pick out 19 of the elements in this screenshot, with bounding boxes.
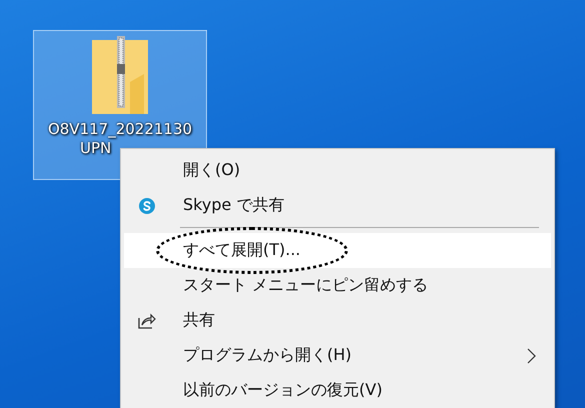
menu-item-label: プログラムから開く(H) bbox=[183, 345, 353, 366]
menu-item-label: 共有 bbox=[183, 310, 216, 331]
menu-item[interactable]: 以前のバージョンの復元(V) bbox=[121, 373, 554, 408]
menu-item[interactable]: すべて展開(T)... bbox=[124, 233, 551, 268]
menu-item[interactable]: 開く(O) bbox=[121, 153, 554, 188]
skype-icon bbox=[139, 198, 155, 214]
menu-item-label: スタート メニューにピン留めする bbox=[183, 275, 430, 296]
file-name-label: O8V117_20221130 bbox=[48, 120, 192, 139]
menu-item-label: 以前のバージョンの復元(V) bbox=[183, 380, 384, 401]
file-name-label: UPN bbox=[80, 139, 112, 158]
zip-folder-icon[interactable] bbox=[90, 36, 150, 116]
menu-item[interactable]: プログラムから開く(H) bbox=[121, 338, 554, 373]
menu-item-label: 開く(O) bbox=[183, 160, 242, 181]
menu-item[interactable]: 共有 bbox=[121, 303, 554, 338]
menu-item-label: すべて展開(T)... bbox=[183, 240, 302, 261]
menu-item[interactable]: Skype で共有 bbox=[121, 188, 554, 223]
menu-item[interactable]: スタート メニューにピン留めする bbox=[121, 268, 554, 303]
menu-item-label: Skype で共有 bbox=[183, 195, 286, 216]
share-icon bbox=[138, 312, 156, 328]
